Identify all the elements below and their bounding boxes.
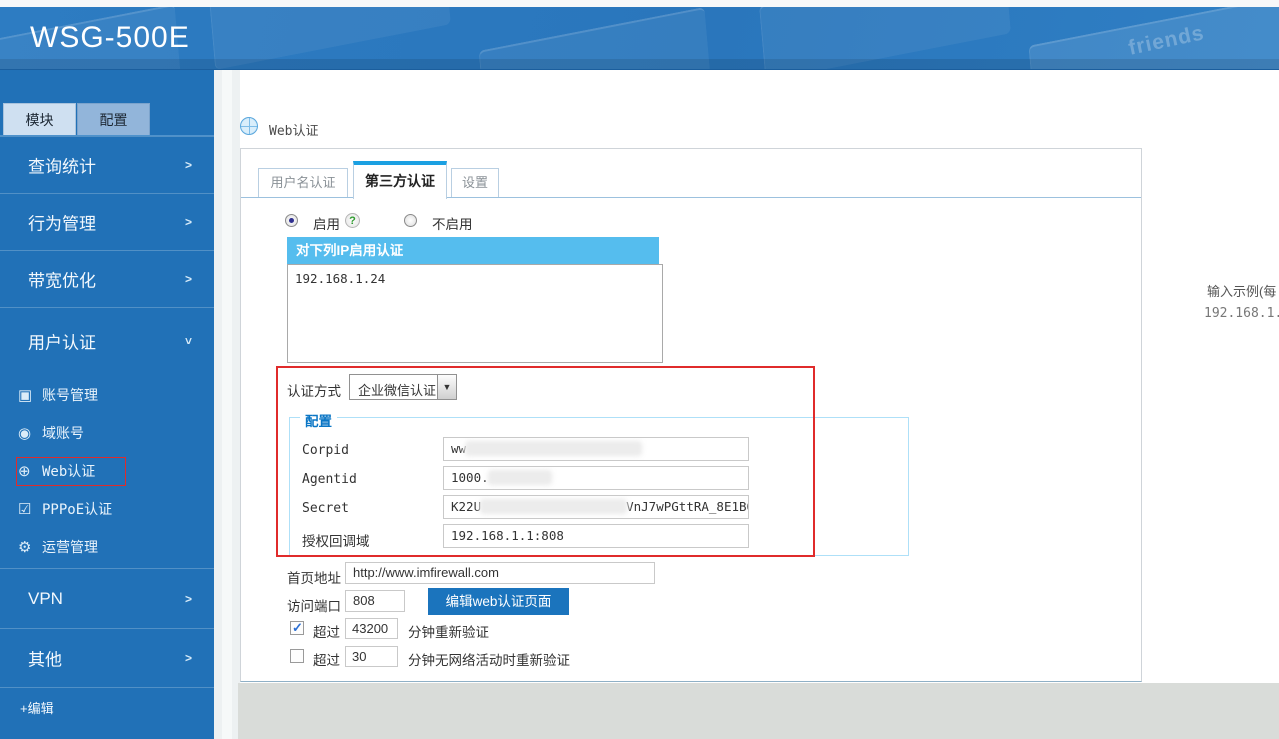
- id-card-icon: ▣: [18, 387, 33, 404]
- chevron-right-icon: >: [184, 158, 192, 172]
- sidebar-subitem-label: 账号管理: [42, 388, 98, 404]
- sidebar-subitem-label: 运营管理: [42, 540, 98, 556]
- port-field[interactable]: 808: [345, 590, 405, 612]
- sidebar-item-label: 用户认证: [28, 333, 96, 352]
- corpid-value: ww: [451, 441, 467, 456]
- timeout2-field[interactable]: 30: [345, 646, 398, 667]
- tab-thirdparty-auth[interactable]: 第三方认证: [353, 161, 447, 199]
- domain-account-icon: ◉: [18, 425, 32, 442]
- chevron-right-icon: >: [184, 215, 192, 229]
- sidebar-subitem-operator-mgmt[interactable]: ⚙ 运营管理: [0, 528, 214, 566]
- top-strip: [0, 0, 1279, 7]
- red-highlight-box: [16, 457, 126, 486]
- footer-area: [238, 683, 1279, 739]
- chevron-right-icon: >: [184, 651, 192, 665]
- homepage-field[interactable]: http://www.imfirewall.com: [345, 562, 655, 584]
- callback-domain-field[interactable]: 192.168.1.1:808: [443, 524, 749, 548]
- idle-timeout-checkbox[interactable]: [290, 649, 304, 663]
- auth-method-label: 认证方式: [287, 384, 341, 399]
- sidebar-tab-module[interactable]: 模块: [3, 103, 76, 135]
- input-example-hint: 输入示例(每: [1207, 284, 1277, 299]
- corpid-label: Corpid: [302, 443, 349, 458]
- secret-label: Secret: [302, 501, 349, 516]
- help-icon[interactable]: ?: [345, 213, 360, 228]
- sidebar-item-label: 行为管理: [28, 214, 96, 234]
- sidebar-item-behavior[interactable]: 行为管理 >: [0, 193, 214, 250]
- redacted-blur: [466, 442, 642, 455]
- chevron-down-icon: ˅: [184, 333, 192, 348]
- sidebar-item-label: 查询统计: [28, 157, 96, 177]
- sidebar-edit-link[interactable]: +编辑: [20, 698, 54, 717]
- timeout1-suffix: 分钟重新验证: [408, 625, 489, 640]
- banner-shade: [0, 59, 1279, 69]
- sidebar-subitem-pppoe-auth[interactable]: ☑ PPPoE认证: [0, 490, 214, 528]
- auth-method-select[interactable]: 企业微信认证 ▼: [349, 374, 457, 400]
- app-banner: friends WSG-500E: [0, 7, 1279, 70]
- sidebar-item-label: 其他: [28, 650, 62, 670]
- globe-icon: [240, 117, 258, 135]
- sidebar-item-bandwidth[interactable]: 带宽优化 >: [0, 250, 214, 307]
- agentid-field[interactable]: 1000.: [443, 466, 749, 490]
- disable-radio-label: 不启用: [432, 217, 473, 232]
- operator-icon: ⚙: [18, 539, 32, 556]
- corpid-field[interactable]: ww: [443, 437, 749, 461]
- dropdown-arrow-icon[interactable]: ▼: [437, 375, 456, 399]
- auth-method-value: 企业微信认证: [358, 383, 437, 398]
- screen: friends WSG-500E 模块 配置 查询统计 > 行为管理 > 带宽优…: [0, 0, 1279, 739]
- config-legend: 配置: [300, 410, 337, 430]
- port-label: 访问端口: [287, 599, 341, 614]
- ip-list-header: 对下列IP启用认证: [287, 237, 659, 264]
- timeout2-prefix: 超过: [313, 653, 340, 668]
- sidebar-item-other[interactable]: 其他 >: [0, 628, 214, 687]
- agentid-label: Agentid: [302, 472, 357, 487]
- secret-value-suffix: VnJ7wPGttRA_8E1B0: [626, 499, 749, 514]
- callback-domain-label: 授权回调域: [302, 534, 370, 549]
- edit-web-auth-page-button[interactable]: 编辑web认证页面: [428, 588, 569, 615]
- sidebar-subitem-label: PPPoE认证: [42, 502, 113, 518]
- redacted-blur: [481, 500, 627, 513]
- sidebar-tab-config[interactable]: 配置: [77, 103, 150, 135]
- ip-list-textarea[interactable]: 192.168.1.24: [287, 264, 663, 363]
- sidebar-item-query-stats[interactable]: 查询统计 >: [0, 136, 214, 193]
- secret-value-prefix: K22U: [451, 499, 482, 514]
- sidebar: 模块 配置 查询统计 > 行为管理 > 带宽优化 > 用户认证 ˅ ▣ 账号管理…: [0, 70, 214, 739]
- breadcrumb: Web认证: [269, 124, 319, 139]
- disable-radio[interactable]: [404, 214, 417, 227]
- sidebar-subitem-label: 域账号: [42, 426, 84, 442]
- enable-radio-label: 启用: [313, 217, 340, 232]
- timeout1-field[interactable]: 43200: [345, 618, 398, 639]
- sidebar-item-vpn[interactable]: VPN >: [0, 568, 214, 628]
- chevron-right-icon: >: [184, 591, 192, 606]
- sidebar-item-label: VPN: [28, 588, 63, 608]
- sidebar-item-user-auth[interactable]: 用户认证 ˅: [0, 307, 214, 373]
- redacted-blur: [488, 471, 551, 484]
- app-title: WSG-500E: [30, 21, 190, 54]
- reauth-timeout-checkbox[interactable]: [290, 620, 304, 636]
- sidebar-subitem-account-mgmt[interactable]: ▣ 账号管理: [0, 376, 214, 414]
- tab-username-auth[interactable]: 用户名认证: [258, 168, 348, 198]
- timeout2-suffix: 分钟无网络活动时重新验证: [408, 653, 570, 668]
- enable-radio[interactable]: [285, 214, 298, 227]
- chevron-right-icon: >: [184, 272, 192, 286]
- secret-field[interactable]: K22U VnJ7wPGttRA_8E1B0: [443, 495, 749, 519]
- homepage-label: 首页地址: [287, 571, 341, 586]
- callback-domain-value: 192.168.1.1:808: [451, 528, 564, 543]
- sidebar-subitem-domain-account[interactable]: ◉ 域账号: [0, 414, 214, 452]
- content-gutter: [214, 70, 240, 739]
- sidebar-item-label: 带宽优化: [28, 271, 96, 291]
- agentid-value: 1000.: [451, 470, 489, 485]
- pppoe-doc-icon: ☑: [18, 501, 32, 518]
- timeout1-prefix: 超过: [313, 625, 340, 640]
- input-example-ip: 192.168.1.: [1204, 306, 1279, 321]
- tab-settings[interactable]: 设置: [451, 168, 499, 198]
